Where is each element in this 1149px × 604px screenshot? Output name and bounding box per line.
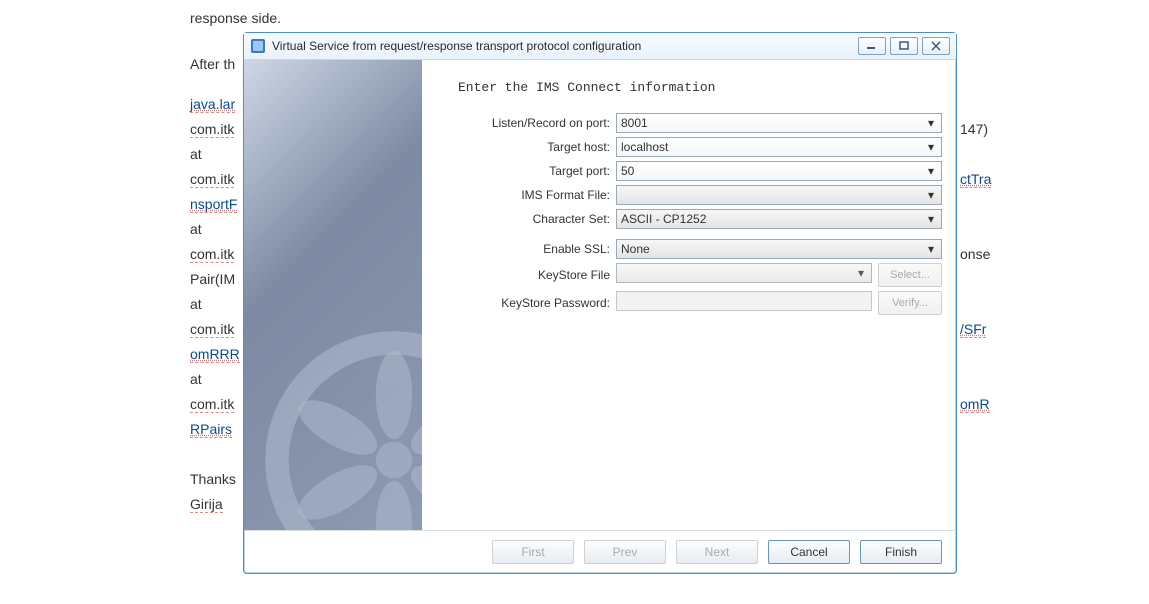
charset-combo[interactable]: ASCII - CP1252 ▾: [616, 209, 942, 229]
row-target-port: Target port: 50 ▾: [430, 161, 942, 181]
wizard-dialog: Virtual Service from request/response tr…: [243, 32, 957, 574]
app-icon: [250, 38, 266, 54]
row-keystore-file: KeyStore File ▾ Select...: [430, 263, 942, 287]
label-charset: Character Set:: [430, 212, 616, 226]
bg-line: java.lar: [190, 92, 235, 117]
listen-port-combo[interactable]: 8001 ▾: [616, 113, 942, 133]
keystore-password-input: [616, 291, 872, 311]
cancel-button[interactable]: Cancel: [768, 540, 850, 564]
label-listen-port: Listen/Record on port:: [430, 116, 616, 130]
wizard-sidebar: [244, 60, 422, 530]
bg-line: at: [190, 367, 202, 392]
chevron-down-icon: ▾: [925, 242, 937, 256]
bg-line: com.itk: [190, 117, 234, 142]
chevron-down-icon: ▾: [855, 266, 867, 280]
row-keystore-password: KeyStore Password: Verify...: [430, 291, 942, 315]
bg-line: Pair(IM: [190, 267, 235, 292]
bg-line: response side.: [190, 6, 281, 31]
bg-line: at: [190, 217, 202, 242]
row-target-host: Target host: localhost ▾: [430, 137, 942, 157]
form-content: Enter the IMS Connect information Listen…: [422, 60, 956, 530]
bg-line: Thanks: [190, 467, 236, 492]
bg-line: com.itk: [190, 392, 234, 417]
row-ims-format: IMS Format File: ▾: [430, 185, 942, 205]
row-enable-ssl: Enable SSL: None ▾: [430, 239, 942, 259]
bg-line: onse: [960, 242, 990, 267]
dialog-title: Virtual Service from request/response tr…: [272, 39, 858, 53]
bg-line: omRRR: [190, 342, 240, 367]
target-host-value: localhost: [621, 140, 668, 154]
row-charset: Character Set: ASCII - CP1252 ▾: [430, 209, 942, 229]
page-root: response side. After th java.lar com.itk…: [0, 0, 1149, 604]
chevron-down-icon: ▾: [925, 212, 937, 226]
bg-link[interactable]: java.lar: [190, 96, 235, 113]
keystore-file-combo: ▾: [616, 263, 872, 283]
row-listen-port: Listen/Record on port: 8001 ▾: [430, 113, 942, 133]
bg-line: com.itk: [190, 167, 234, 192]
chevron-down-icon: ▾: [925, 164, 937, 178]
bg-link[interactable]: ctTra: [960, 171, 991, 188]
label-keystore-file: KeyStore File: [430, 268, 616, 282]
bg-line: After th: [190, 52, 235, 77]
decorative-graphic: [264, 330, 422, 530]
chevron-down-icon: ▾: [925, 116, 937, 130]
ims-format-combo[interactable]: ▾: [616, 185, 942, 205]
label-enable-ssl: Enable SSL:: [430, 242, 616, 256]
bg-line: at: [190, 292, 202, 317]
enable-ssl-value: None: [621, 242, 650, 256]
verify-keystore-button: Verify...: [878, 291, 942, 315]
select-keystore-button: Select...: [878, 263, 942, 287]
bg-line: nsportF: [190, 192, 237, 217]
bg-line: ctTra: [960, 167, 991, 192]
window-controls: [858, 37, 950, 55]
maximize-button[interactable]: [890, 37, 918, 55]
next-button[interactable]: Next: [676, 540, 758, 564]
first-button[interactable]: First: [492, 540, 574, 564]
label-target-host: Target host:: [430, 140, 616, 154]
dialog-body: Enter the IMS Connect information Listen…: [244, 60, 956, 530]
bg-line: omR: [960, 392, 990, 417]
finish-button[interactable]: Finish: [860, 540, 942, 564]
target-port-value: 50: [621, 164, 634, 178]
prev-button[interactable]: Prev: [584, 540, 666, 564]
bg-link[interactable]: nsportF: [190, 196, 237, 213]
dialog-footer: First Prev Next Cancel Finish: [244, 530, 956, 573]
target-port-combo[interactable]: 50 ▾: [616, 161, 942, 181]
bg-line: com.itk: [190, 317, 234, 342]
charset-value: ASCII - CP1252: [621, 212, 706, 226]
bg-link[interactable]: omRRR: [190, 346, 240, 363]
bg-line: RPairs: [190, 417, 232, 442]
chevron-down-icon: ▾: [925, 188, 937, 202]
bg-line: /SFr: [960, 317, 986, 342]
titlebar[interactable]: Virtual Service from request/response tr…: [244, 33, 956, 59]
bg-line: Girija: [190, 492, 223, 517]
minimize-button[interactable]: [858, 37, 886, 55]
target-host-combo[interactable]: localhost ▾: [616, 137, 942, 157]
bg-link[interactable]: RPairs: [190, 421, 232, 438]
bg-line: at: [190, 142, 202, 167]
bg-link[interactable]: omR: [960, 396, 990, 413]
bg-line: com.itk: [190, 242, 234, 267]
form-heading: Enter the IMS Connect information: [458, 80, 942, 95]
bg-link[interactable]: /SFr: [960, 321, 986, 338]
close-button[interactable]: [922, 37, 950, 55]
chevron-down-icon: ▾: [925, 140, 937, 154]
label-keystore-password: KeyStore Password:: [430, 296, 616, 310]
bg-line: 147): [960, 117, 988, 142]
label-ims-format: IMS Format File:: [430, 188, 616, 202]
enable-ssl-combo[interactable]: None ▾: [616, 239, 942, 259]
label-target-port: Target port:: [430, 164, 616, 178]
listen-port-value: 8001: [621, 116, 648, 130]
